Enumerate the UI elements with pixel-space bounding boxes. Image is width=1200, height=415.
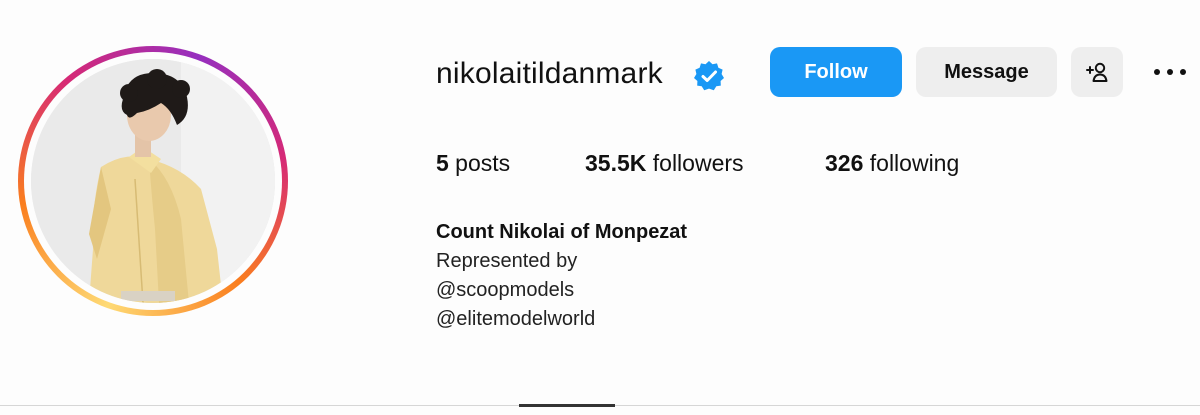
posts-stat[interactable]: 5 posts bbox=[436, 150, 510, 177]
add-user-icon bbox=[1086, 62, 1108, 82]
follow-button[interactable]: Follow bbox=[770, 47, 902, 97]
following-stat[interactable]: 326 following bbox=[825, 150, 959, 177]
followers-stat[interactable]: 35.5K followers bbox=[585, 150, 744, 177]
bio-line: Represented by bbox=[436, 250, 578, 272]
username: nikolaitildanmark bbox=[436, 57, 663, 90]
followers-count: 35.5K bbox=[585, 150, 647, 176]
active-tab-indicator bbox=[519, 404, 615, 407]
bio-mention-link[interactable]: @elitemodelworld bbox=[436, 305, 687, 334]
message-button[interactable]: Message bbox=[916, 47, 1057, 97]
profile-page: nikolaitildanmark Follow Message 5 posts… bbox=[0, 0, 1200, 415]
more-options-icon[interactable] bbox=[1150, 60, 1190, 84]
bio: Count Nikolai of Monpezat Represented by… bbox=[436, 218, 687, 334]
following-label: following bbox=[863, 150, 960, 176]
bio-mention-link[interactable]: @scoopmodels bbox=[436, 276, 687, 305]
verified-badge-icon bbox=[694, 61, 724, 91]
avatar-photo bbox=[31, 59, 275, 303]
avatar[interactable] bbox=[31, 59, 275, 303]
posts-count: 5 bbox=[436, 150, 449, 176]
add-user-button[interactable] bbox=[1071, 47, 1123, 97]
posts-label: posts bbox=[448, 150, 511, 176]
followers-label: followers bbox=[646, 150, 744, 176]
story-ring[interactable] bbox=[18, 46, 288, 316]
full-name: Count Nikolai of Monpezat bbox=[436, 221, 688, 243]
following-count: 326 bbox=[825, 150, 864, 176]
